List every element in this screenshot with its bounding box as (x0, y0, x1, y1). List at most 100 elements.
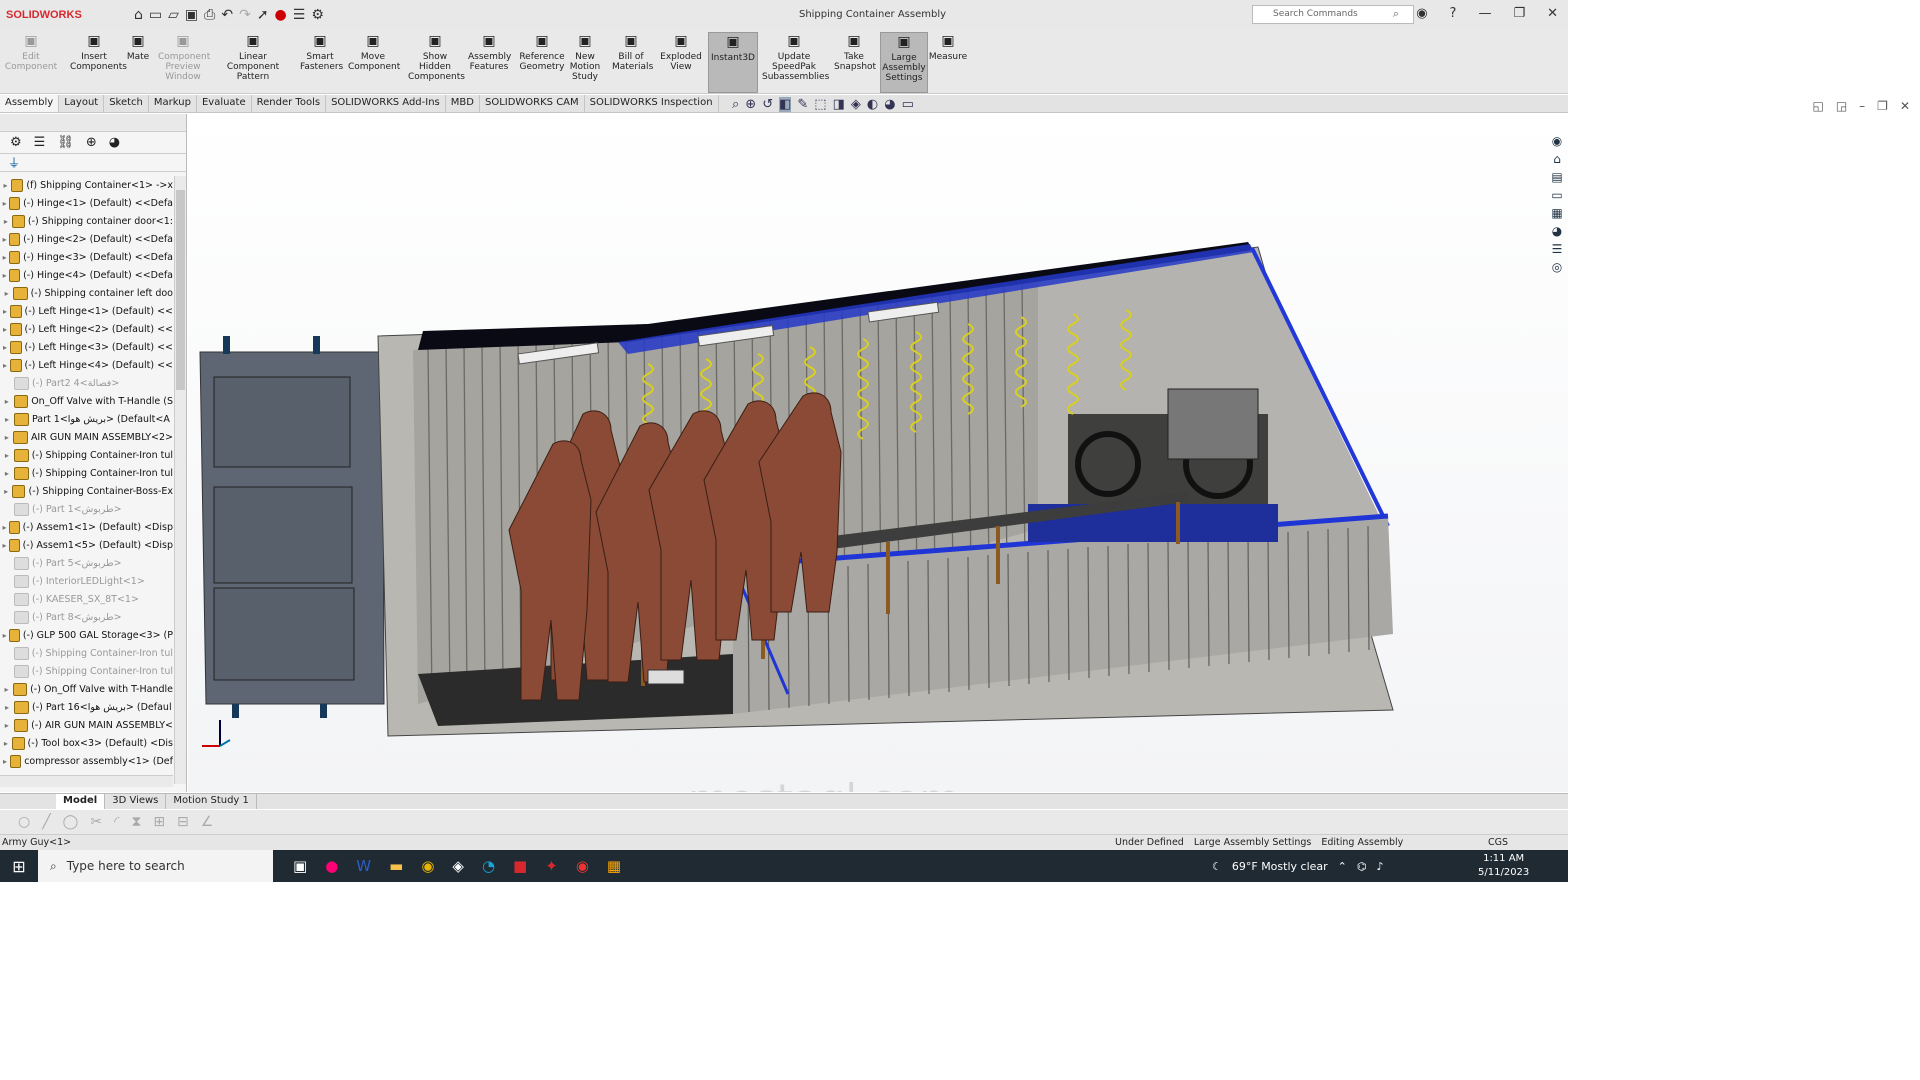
tree-item[interactable]: ▸(-) Shipping Container-Iron tul (0, 446, 173, 464)
dimxpert-tab-icon[interactable]: ⊕ (86, 135, 97, 150)
expand-arrow-icon[interactable]: ▸ (0, 721, 14, 730)
grid-app-icon[interactable]: ▦ (607, 857, 621, 875)
solidworks-launcher-icon[interactable]: ✦ (545, 857, 558, 875)
tab-assembly[interactable]: Assembly (0, 95, 60, 112)
weather-icon[interactable]: ☾ (1212, 860, 1222, 873)
expand-arrow-icon[interactable]: ▸ (0, 253, 9, 262)
tree-item[interactable]: ▸ (-) Left Hinge<4> (Default) << (0, 356, 173, 374)
ribbon-button-instant3d[interactable]: ▣ Instant3D (708, 32, 758, 93)
zoom-to-fit-icon[interactable]: ⌕ (732, 97, 739, 112)
edge-icon[interactable]: ◔ (482, 857, 495, 875)
tree-item[interactable]: ▸(-) InteriorLEDLight<1> (0, 572, 173, 590)
expand-arrow-icon[interactable]: ▸ (0, 433, 13, 442)
expand-arrow-icon[interactable]: ▸ (0, 361, 10, 370)
expand-arrow-icon[interactable]: ▸ (0, 397, 14, 406)
tree-horizontal-scrollbar[interactable] (0, 775, 173, 787)
scroll-thumb[interactable] (176, 190, 185, 390)
user-icon[interactable]: ◉ (1416, 6, 1427, 21)
minimize-icon[interactable]: — (1478, 6, 1491, 21)
restore-icon[interactable]: ❐ (1513, 6, 1525, 21)
viewport-minimize-icon[interactable]: – (1859, 99, 1865, 113)
bottom-tab-model[interactable]: Model (56, 794, 106, 809)
tree-item[interactable]: ▸ (-) On_Off Valve with T-Handle (0, 680, 173, 698)
tree-item[interactable]: ▸ (-) Assem1<5> (Default) <Disp (0, 536, 173, 554)
chrome-second-icon[interactable]: ◉ (576, 857, 589, 875)
view-orientation-icon[interactable]: ⬚ (814, 97, 826, 112)
ribbon-button-move-component[interactable]: ▣ Move Component (348, 32, 400, 72)
tree-item[interactable]: ▸ (f) Shipping Container<1> ->x (0, 176, 173, 194)
tree-item[interactable]: ▸ (-) Tool box<3> (Default) <Dis (0, 734, 173, 752)
graphics-area[interactable]: mostaql.com (188, 114, 1568, 824)
expand-arrow-icon[interactable]: ▸ (0, 631, 9, 640)
tree-item[interactable]: ▸(-) Part2 4<فصالة> (0, 374, 173, 392)
ribbon-button-mate[interactable]: ▣ Mate (124, 32, 152, 62)
edit-appearance-icon[interactable]: ◐ (867, 97, 878, 112)
tree-item[interactable]: ▸ (-) Hinge<3> (Default) <<Defa (0, 248, 173, 266)
expand-arrow-icon[interactable]: ▸ (0, 235, 9, 244)
expand-arrow-icon[interactable]: ▸ (0, 469, 14, 478)
ribbon-button-update-speedpak-subassemblies[interactable]: ▣ Update SpeedPak Subassemblies (762, 32, 829, 82)
display-manager-tab-icon[interactable]: ◕ (109, 135, 120, 150)
volume-icon[interactable]: ♪ (1377, 860, 1384, 873)
tab-markup[interactable]: Markup (149, 95, 197, 112)
viewport-link-icon[interactable]: ◲ (1836, 99, 1847, 113)
bottom-tab-motion-study-1[interactable]: Motion Study 1 (166, 794, 257, 809)
apply-scene-icon[interactable]: ◕ (884, 97, 895, 112)
chrome-icon[interactable]: ◉ (421, 857, 434, 875)
zoom-area-icon[interactable]: ⊕ (745, 97, 756, 112)
tree-item[interactable]: ▸(-) Part 1<طربوش> (0, 500, 173, 518)
tab-solidworks-add-ins[interactable]: SOLIDWORKS Add-Ins (326, 95, 446, 112)
clock[interactable]: 1:11 AM 5/11/2023 (1478, 852, 1529, 880)
tab-sketch[interactable]: Sketch (104, 95, 149, 112)
ribbon-button-reference-geometry[interactable]: ▣ Reference Geometry (518, 32, 566, 72)
tree-vertical-scrollbar[interactable] (174, 176, 186, 784)
bottom-tab-3d-views[interactable]: 3D Views (105, 794, 167, 809)
tree-item[interactable]: ▸ (-) Shipping container left doo (0, 284, 173, 302)
tab-solidworks-inspection[interactable]: SOLIDWORKS Inspection (585, 95, 719, 112)
expand-arrow-icon[interactable]: ▸ (0, 217, 12, 226)
taskbar-search[interactable]: ⌕ Type here to search (38, 850, 273, 882)
tree-item[interactable]: ▸(-) KAESER_SX_8T<1> (0, 590, 173, 608)
ribbon-button-measure[interactable]: ▣ Measure (928, 32, 968, 62)
expand-arrow-icon[interactable]: ▸ (0, 685, 13, 694)
hide-show-items-icon[interactable]: ◈ (851, 97, 861, 112)
tree-item[interactable]: ▸(-) Shipping Container-Iron tul (0, 662, 173, 680)
viewport-close-icon[interactable]: ✕ (1900, 99, 1910, 113)
file-explorer-app-icon[interactable]: ▬ (389, 857, 403, 875)
solidworks-resources-icon[interactable]: ◉ (1552, 134, 1562, 148)
expand-arrow-icon[interactable]: ▸ (0, 289, 13, 298)
tree-item[interactable]: ▸(-) Army Guy<1> (Default) (0, 770, 173, 772)
tree-item[interactable]: ▸(-) Shipping Container-Iron tul (0, 464, 173, 482)
filter-icon[interactable]: ⏚ (0, 154, 186, 172)
tree-item[interactable]: ▸ (-) Shipping container door<1: (0, 212, 173, 230)
expand-arrow-icon[interactable]: ▸ (0, 757, 10, 766)
ribbon-button-bill-of-materials[interactable]: ▣ Bill of Materials (612, 32, 653, 72)
drop-app-icon[interactable]: ● (325, 857, 338, 875)
previous-view-icon[interactable]: ↺ (762, 97, 773, 112)
section-view-icon[interactable]: ◧ (779, 97, 792, 112)
tab-layout[interactable]: Layout (59, 95, 105, 112)
search-commands-input[interactable]: Search Commands ⌕ (1252, 5, 1414, 24)
network-icon[interactable]: ⌬ (1357, 860, 1367, 873)
custom-properties-icon[interactable]: ☰ (1552, 242, 1563, 256)
tree-item[interactable]: ▸ (-) Left Hinge<2> (Default) << (0, 320, 173, 338)
view-settings-icon[interactable]: ▭ (902, 97, 914, 112)
unit-system[interactable]: CGS (1488, 837, 1508, 848)
view-palette-icon[interactable]: ▦ (1551, 206, 1562, 220)
expand-arrow-icon[interactable]: ▸ (0, 739, 12, 748)
ribbon-button-large-assembly-settings[interactable]: ▣ Large Assembly Settings (880, 32, 928, 93)
expand-arrow-icon[interactable]: ▸ (0, 343, 10, 352)
ribbon-button-assembly-features[interactable]: ▣ Assembly Features (468, 32, 511, 72)
display-style-icon[interactable]: ◨ (833, 97, 845, 112)
tree-item[interactable]: ▸(-) Part 5<طربوش> (0, 554, 173, 572)
configuration-manager-tab-icon[interactable]: ⛓ (57, 135, 74, 150)
ribbon-button-exploded-view[interactable]: ▣ Exploded View (658, 32, 704, 72)
tree-item[interactable]: ▸ (-) AIR GUN MAIN ASSEMBLY< (0, 716, 173, 734)
appearances-icon[interactable]: ◕ (1552, 224, 1562, 238)
tree-item[interactable]: ▸ (-) GLP 500 GAL Storage<3> (P (0, 626, 173, 644)
tab-render-tools[interactable]: Render Tools (252, 95, 327, 112)
expand-arrow-icon[interactable]: ▸ (0, 487, 12, 496)
solidworks-taskbar-icon[interactable]: ■ (513, 857, 527, 875)
assembly-model-view[interactable]: mostaql.com (188, 114, 1568, 824)
chevron-up-icon[interactable]: ⌃ (1338, 860, 1347, 873)
